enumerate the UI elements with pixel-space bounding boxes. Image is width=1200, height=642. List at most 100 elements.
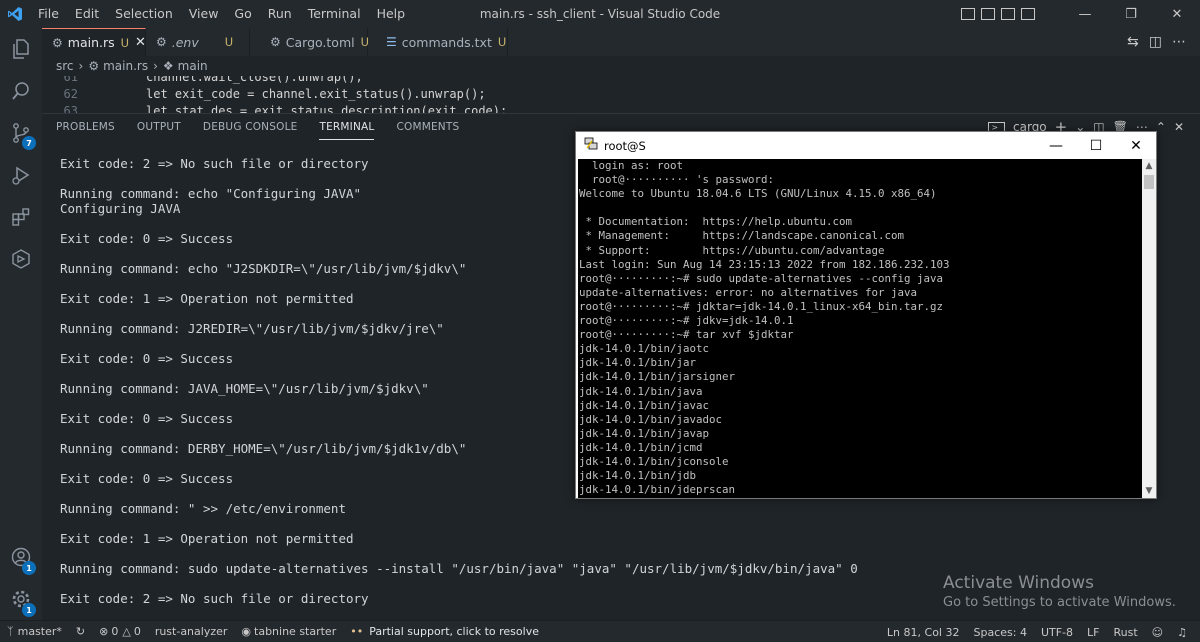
terminal-line: Exit code: 1 => Operation not permitted	[60, 531, 354, 546]
tab-env[interactable]: ⚙ .env U	[146, 28, 250, 56]
extensions-icon[interactable]	[0, 196, 42, 238]
code-editor[interactable]: 61 channel.wait_close().unwrap(); 62 let…	[42, 76, 1200, 113]
putty-title-bar[interactable]: root@S — ☐ ✕	[576, 132, 1156, 159]
restore-button[interactable]: ❐	[1108, 0, 1154, 28]
menu-edit[interactable]: Edit	[67, 0, 107, 28]
end-of-line[interactable]: LF	[1080, 621, 1106, 642]
putty-line: jdk-14.0.1/bin/jcmd	[579, 440, 703, 454]
menu-view[interactable]: View	[181, 0, 227, 28]
putty-terminal-screen[interactable]: login as: root root@·········· 's passwo…	[578, 159, 1142, 498]
panel-tabs: PROBLEMS OUTPUT DEBUG CONSOLE TERMINAL C…	[42, 114, 481, 140]
toggle-secondary-sidebar-icon[interactable]	[1001, 8, 1015, 20]
chevron-right-icon: ›	[78, 59, 84, 73]
maximize-panel-icon[interactable]: ⌃	[1156, 120, 1166, 134]
breadcrumb-symbol[interactable]: main	[178, 59, 208, 73]
tab-commands-txt[interactable]: ☰ commands.txt U	[368, 28, 508, 56]
title-bar: File Edit Selection View Go Run Terminal…	[0, 0, 1200, 28]
source-control-icon[interactable]: 7	[0, 112, 42, 154]
scroll-thumb[interactable]	[1144, 175, 1154, 189]
scroll-up-icon[interactable]: ▲	[1142, 159, 1156, 173]
notifications-bell-icon[interactable]: ♫	[1170, 621, 1194, 642]
watermark-subtitle: Go to Settings to activate Windows.	[943, 595, 1176, 610]
putty-scrollbar[interactable]: ▲ ▼	[1142, 159, 1156, 498]
tabnine-status[interactable]: ◉ tabnine starter	[234, 621, 343, 642]
code-text: let stat_des = exit_status_description(e…	[146, 104, 508, 113]
branch-icon: ᛉ	[7, 625, 14, 638]
sync-icon[interactable]: ↻	[69, 621, 92, 642]
tab-output[interactable]: OUTPUT	[137, 114, 181, 140]
menu-help[interactable]: Help	[369, 0, 414, 28]
compare-changes-icon[interactable]: ⇆	[1127, 34, 1139, 50]
search-icon[interactable]	[0, 70, 42, 112]
problems-indicator[interactable]: ⊗ 0 △ 0	[92, 621, 148, 642]
putty-maximize-button[interactable]: ☐	[1076, 132, 1116, 159]
partial-support-status[interactable]: •• Partial support, click to resolve	[343, 621, 546, 642]
indentation[interactable]: Spaces: 4	[966, 621, 1033, 642]
run-debug-icon[interactable]	[0, 154, 42, 196]
tab-problems[interactable]: PROBLEMS	[56, 114, 115, 140]
customize-layout-icon[interactable]	[1021, 8, 1035, 20]
code-line: 62 let exit_code = channel.exit_status()…	[42, 85, 486, 103]
branch-name: master*	[17, 625, 62, 638]
code-line: 63 let stat_des = exit_status_descriptio…	[42, 102, 508, 113]
source-control-badge: 7	[22, 136, 36, 150]
branch-indicator[interactable]: ᛉ master*	[0, 621, 69, 642]
tab-comments[interactable]: COMMENTS	[396, 114, 459, 140]
settings-badge: 1	[22, 603, 36, 617]
putty-line: jdk-14.0.1/bin/java	[579, 384, 703, 398]
rust-icon: ⚙	[52, 35, 63, 50]
code-text: let exit_code = channel.exit_status().un…	[146, 87, 486, 101]
putty-close-button[interactable]: ✕	[1116, 132, 1156, 159]
tabnine-icon: ◉	[241, 625, 252, 638]
breadcrumb-file[interactable]: main.rs	[103, 59, 148, 73]
gear-icon: ⚙	[156, 35, 167, 49]
putty-line: * Support: https://ubuntu.com/advantage	[579, 243, 885, 257]
toggle-primary-sidebar-icon[interactable]	[961, 8, 975, 20]
toggle-panel-icon[interactable]	[981, 8, 995, 20]
remote-explorer-icon[interactable]	[0, 238, 42, 280]
minimize-button[interactable]: —	[1062, 0, 1108, 28]
putty-minimize-button[interactable]: —	[1036, 132, 1076, 159]
rust-analyzer-status[interactable]: rust-analyzer	[148, 621, 235, 642]
putty-line: Welcome to Ubuntu 18.04.6 LTS (GNU/Linux…	[579, 187, 937, 201]
putty-line: root@·········:~# jdktar=jdk-14.0.1_linu…	[579, 299, 944, 313]
tab-modified-indicator: U	[120, 35, 130, 50]
accounts-icon[interactable]: 1	[0, 536, 42, 578]
language-mode[interactable]: Rust	[1106, 621, 1144, 642]
vscode-logo-icon	[0, 0, 30, 28]
putty-icon	[584, 137, 598, 154]
menu-file[interactable]: File	[30, 0, 67, 28]
list-icon: ☰	[386, 35, 397, 49]
tab-modified-indicator: U	[224, 35, 234, 49]
warning-count: 0	[133, 625, 141, 638]
tab-terminal[interactable]: TERMINAL	[319, 114, 375, 140]
breadcrumb-src[interactable]: src	[56, 59, 74, 73]
encoding[interactable]: UTF-8	[1034, 621, 1080, 642]
close-window-button[interactable]: ✕	[1154, 0, 1200, 28]
lightbulb-icon: ••	[350, 625, 364, 638]
tab-debug-console[interactable]: DEBUG CONSOLE	[203, 114, 298, 140]
feedback-icon[interactable]: ☺	[1145, 621, 1170, 642]
split-editor-icon[interactable]: ◫	[1149, 34, 1162, 50]
menu-run[interactable]: Run	[260, 0, 300, 28]
manage-gear-icon[interactable]: 1	[0, 578, 42, 620]
putty-window[interactable]: root@S — ☐ ✕ login as: root root@·······…	[575, 131, 1157, 499]
more-actions-icon[interactable]: ⋯	[1172, 34, 1186, 50]
menu-terminal[interactable]: Terminal	[300, 0, 369, 28]
close-panel-icon[interactable]: ✕	[1174, 120, 1184, 134]
tab-label: commands.txt	[401, 34, 492, 50]
tab-main-rs[interactable]: ⚙ main.rs U ✕	[42, 28, 146, 56]
cursor-position[interactable]: Ln 81, Col 32	[880, 621, 967, 642]
partial-support-label: Partial support, click to resolve	[369, 625, 539, 638]
close-tab-icon[interactable]: ✕	[135, 35, 146, 50]
menu-go[interactable]: Go	[226, 0, 259, 28]
menu-selection[interactable]: Selection	[107, 0, 181, 28]
scroll-down-icon[interactable]: ▼	[1142, 484, 1156, 498]
tab-cargo-toml[interactable]: ⚙ Cargo.toml U	[250, 28, 369, 56]
error-icon: ⊗	[99, 625, 109, 638]
chevron-right-icon: ›	[153, 59, 158, 73]
explorer-icon[interactable]	[0, 28, 42, 70]
terminal-line: Running command: " >> /etc/environment	[60, 501, 346, 516]
